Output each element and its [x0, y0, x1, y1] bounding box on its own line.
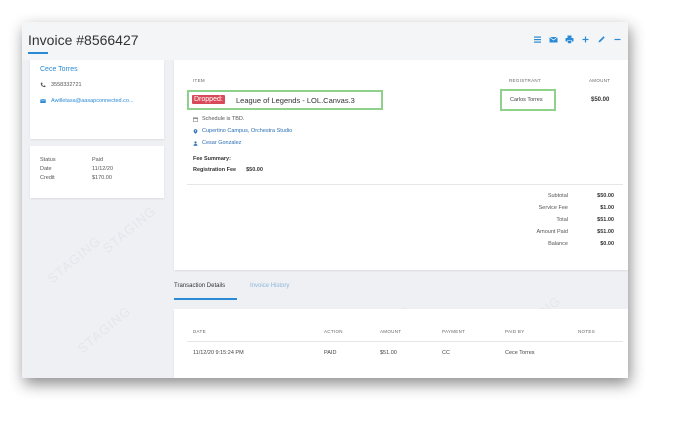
total-label: Total [556, 217, 568, 223]
date-value: 11/12/20 [92, 166, 114, 172]
registration-fee-row: Registration Fee $50.00 [193, 167, 263, 173]
credit-value: $170.00 [92, 175, 112, 181]
tx-payment: CC [442, 350, 450, 356]
total-value: $51.00 [597, 217, 614, 223]
service-fee-label: Service Fee [538, 205, 568, 211]
dropped-badge: Dropped: [192, 95, 225, 104]
page-title: Invoice #8566427 [28, 32, 139, 48]
invoice-items-card: ITEM REGISTRANT AMOUNT Dropped: League o… [174, 60, 628, 270]
registration-fee-value: $50.00 [246, 167, 263, 173]
amount-paid-label: Amount Paid [536, 229, 569, 235]
divider [187, 184, 623, 185]
status-row: Status Paid [40, 157, 103, 163]
subtotal-value: $50.00 [597, 193, 614, 199]
tx-action: PAID [324, 350, 337, 356]
customer-phone-row: 3558332721 [40, 82, 82, 88]
status-label: Status [40, 157, 56, 163]
tabs-bar: Transaction Details Invoice History [174, 274, 628, 300]
active-tab-underline [174, 298, 237, 300]
printer-icon[interactable] [565, 35, 574, 44]
item-name: League of Legends - LOL.Canvas.3 [236, 96, 355, 105]
tx-amount: $51.00 [380, 350, 397, 356]
column-header-date: DATE [193, 329, 206, 334]
instructor-link[interactable]: Cesar Gonzalez [202, 140, 241, 146]
envelope-icon [40, 98, 46, 104]
toolbar [533, 35, 622, 44]
status-card: Status Paid Date 11/12/20 Credit $170.00 [30, 146, 164, 198]
credit-label: Credit [40, 175, 55, 181]
divider [187, 341, 623, 342]
registrant-name: Carlos Torres [510, 97, 543, 103]
customer-phone: 3558332721 [51, 82, 82, 88]
tx-date: 11/12/20 9:15:24 PM [193, 350, 244, 356]
item-amount: $50.00 [591, 97, 610, 103]
column-header-item: ITEM [193, 78, 205, 83]
amount-paid-value: $51.00 [597, 229, 614, 235]
column-header-payment: PAYMENT [442, 329, 466, 334]
watermark: STAGING [99, 203, 159, 256]
date-row: Date 11/12/20 [40, 166, 113, 172]
app-window: STAGING STAGING STAGING STAGING STAGING … [22, 22, 628, 378]
watermark: STAGING [74, 303, 134, 356]
balance-value: $0.00 [600, 241, 614, 247]
user-icon [193, 140, 198, 146]
header-bar: Invoice #8566427 [22, 22, 628, 60]
customer-name-link[interactable]: Cece Torres [40, 66, 78, 73]
subtotal-label: Subtotal [547, 193, 568, 199]
service-fee-value: $1.00 [600, 205, 614, 211]
column-header-action: ACTION [324, 329, 343, 334]
column-header-paid-by: PAID BY [505, 329, 525, 334]
tab-transaction-details[interactable]: Transaction Details [174, 283, 225, 289]
registration-fee-label: Registration Fee [193, 167, 237, 173]
instructor-row: Cesar Gonzalez [193, 140, 241, 146]
schedule-text: Schedule is TBD. [202, 116, 245, 122]
transactions-card: DATE ACTION AMOUNT PAYMENT PAID BY NOTES… [174, 309, 628, 378]
calendar-icon [193, 117, 198, 122]
column-header-amount: AMOUNT [380, 329, 402, 334]
location-row: Cupertino Campus, Orchestra Studio [193, 128, 292, 134]
tx-paid-by: Cece Torres [505, 350, 535, 356]
balance-label: Balance [548, 241, 568, 247]
tab-invoice-history[interactable]: Invoice History [250, 283, 289, 289]
status-value: Paid [92, 157, 104, 163]
envelope-icon[interactable] [549, 35, 558, 44]
customer-email-row: Awilletasa@aasapconnected.co... [40, 98, 134, 104]
minus-icon[interactable] [613, 35, 622, 44]
pencil-icon[interactable] [597, 35, 606, 44]
customer-card: Cece Torres 3558332721 Awilletasa@aasapc… [30, 60, 164, 139]
credit-row: Credit $170.00 [40, 175, 112, 181]
column-header-amount: AMOUNT [589, 78, 611, 83]
column-header-notes: NOTES [578, 329, 596, 334]
phone-icon [40, 82, 46, 88]
map-pin-icon [193, 128, 198, 134]
title-underline [28, 52, 48, 54]
fee-summary-title: Fee Summary: [193, 156, 231, 162]
customer-email-link[interactable]: Awilletasa@aasapconnected.co... [51, 98, 134, 104]
schedule-row: Schedule is TBD. [193, 116, 244, 122]
column-header-registrant: REGISTRANT [509, 78, 542, 83]
location-link[interactable]: Cupertino Campus, Orchestra Studio [202, 128, 292, 134]
date-label: Date [40, 166, 52, 172]
plus-icon[interactable] [581, 35, 590, 44]
list-icon[interactable] [533, 35, 542, 44]
watermark: STAGING [44, 233, 104, 286]
